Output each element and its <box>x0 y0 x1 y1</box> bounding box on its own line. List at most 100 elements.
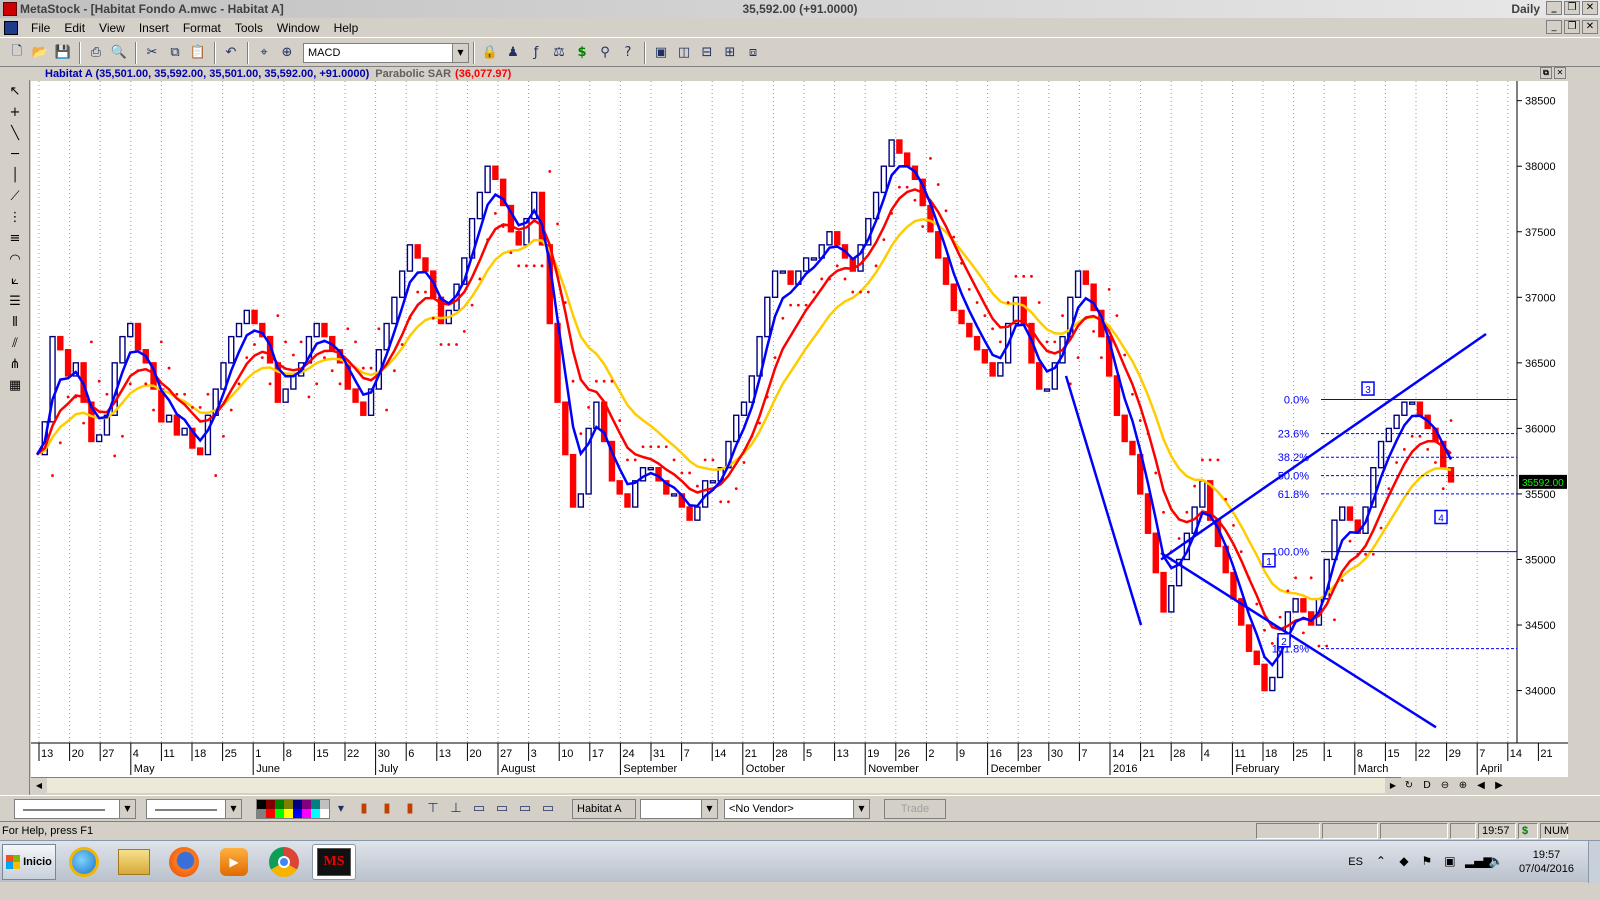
crosshair-tool-icon[interactable]: + <box>2 102 28 122</box>
fan-icon[interactable]: ⟀ <box>2 270 28 290</box>
menu-tools[interactable]: Tools <box>228 21 270 35</box>
undo-icon[interactable]: ↶ <box>220 42 242 64</box>
taskbar-firefox[interactable] <box>162 844 206 880</box>
security-select[interactable]: ▼ <box>640 798 718 819</box>
horizontal-line-icon[interactable]: ─ <box>2 144 28 164</box>
menu-file[interactable]: File <box>24 21 57 35</box>
crosshair-icon[interactable]: ⌖ <box>253 42 275 64</box>
trendline-icon[interactable]: ╲ <box>2 123 28 143</box>
chevron-down-icon[interactable]: ▼ <box>701 799 717 818</box>
inner-window-3-icon[interactable]: ▭ <box>514 798 536 820</box>
start-button[interactable]: Inicio <box>2 843 56 880</box>
gann-lines-icon[interactable]: ⦀ <box>2 312 28 332</box>
formula-icon[interactable]: ƒ <box>525 42 547 64</box>
paste-icon[interactable]: 📋 <box>187 42 209 64</box>
lock-icon[interactable]: 🔒 <box>479 42 501 64</box>
period-zoom-in-icon[interactable]: ⊕ <box>1456 780 1470 791</box>
security-field[interactable]: Habitat A <box>572 798 636 819</box>
clock[interactable]: 19:57 07/04/2016 <box>1519 848 1574 876</box>
zoom-icon[interactable]: ⊕ <box>276 42 298 64</box>
save-icon[interactable]: 💾 <box>52 42 74 64</box>
layout-icon[interactable]: ⧈ <box>742 42 764 64</box>
taskbar-metastock[interactable]: MS <box>312 843 356 880</box>
print-icon[interactable]: ⎙ <box>85 42 107 64</box>
copy-icon[interactable]: ⧉ <box>164 42 186 64</box>
chevron-down-icon[interactable]: ▼ <box>452 43 468 62</box>
vendor-select[interactable]: <No Vendor> ▼ <box>724 798 870 819</box>
bar-style-icon[interactable]: ▮ <box>353 798 375 820</box>
scroll-left-icon[interactable]: ◀ <box>31 778 47 793</box>
language-indicator[interactable]: ES <box>1348 856 1363 868</box>
document-icon[interactable] <box>4 20 18 35</box>
chevron-down-icon[interactable]: ▼ <box>225 799 241 818</box>
doc-close-button[interactable]: ✕ <box>1582 20 1598 34</box>
candle-style-icon[interactable]: ▮ <box>399 798 421 820</box>
line-style-icon[interactable]: ▮ <box>376 798 398 820</box>
vertical-line-icon[interactable]: │ <box>2 165 28 185</box>
volume-icon[interactable]: 🔈 <box>1488 854 1504 870</box>
tile-horizontal-icon[interactable]: ⊟ <box>696 42 718 64</box>
period-zoom-out-icon[interactable]: ⊖ <box>1438 780 1452 791</box>
inner-window-2-icon[interactable]: ▭ <box>491 798 513 820</box>
tile-vertical-icon[interactable]: ◫ <box>673 42 695 64</box>
indicator-select[interactable]: MACD ▼ <box>303 42 469 63</box>
doc-restore-button[interactable]: ❐ <box>1564 20 1580 34</box>
chevron-down-icon[interactable]: ▼ <box>853 799 869 818</box>
palette-dropdown-icon[interactable]: ▼ <box>330 798 352 820</box>
price-chart[interactable]: 13 20 27 4 11 18 25 1 8 15 22 30 6 13 20 27 3 10 17 24 31 7 14… <box>31 81 1568 777</box>
pointer-icon[interactable]: ↖ <box>2 81 28 101</box>
align-bottom-icon[interactable]: ⊥ <box>445 798 467 820</box>
line-weight-select[interactable]: ▼ <box>146 798 242 819</box>
menu-view[interactable]: View <box>92 21 132 35</box>
arc-icon[interactable]: ◠ <box>2 249 28 269</box>
cycle-lines-icon[interactable]: ⋮ <box>2 207 28 227</box>
taskbar-internet-explorer[interactable] <box>62 844 106 880</box>
zigzag-icon[interactable]: ⟋ <box>2 186 28 206</box>
menu-format[interactable]: Format <box>176 21 228 35</box>
print-preview-icon[interactable]: 🔍 <box>108 42 130 64</box>
tray-app-icon[interactable]: ◆ <box>1396 854 1412 870</box>
taskbar-chrome[interactable] <box>262 844 306 880</box>
inner-window-4-icon[interactable]: ▭ <box>537 798 559 820</box>
menu-edit[interactable]: Edit <box>57 21 92 35</box>
open-icon[interactable]: 📂 <box>29 42 51 64</box>
doc-minimize-button[interactable]: _ <box>1546 20 1562 34</box>
scroll-right-icon[interactable]: ▶ <box>1385 778 1401 793</box>
close-button[interactable]: ✕ <box>1582 1 1598 15</box>
daily-period-icon[interactable]: D <box>1420 780 1434 791</box>
chevron-up-icon[interactable]: ⌃ <box>1373 854 1389 870</box>
restore-button[interactable]: ❐ <box>1564 1 1580 15</box>
tile-grid-icon[interactable]: ⊞ <box>719 42 741 64</box>
taskbar-media-player[interactable]: ▶ <box>212 844 256 880</box>
new-icon[interactable]: 🗋 <box>6 42 28 64</box>
refresh-icon[interactable]: ↻ <box>1402 780 1416 791</box>
pattern-icon[interactable]: ▦ <box>2 375 28 395</box>
cut-icon[interactable]: ✂ <box>141 42 163 64</box>
speed-lines-icon[interactable]: ☰ <box>2 291 28 311</box>
line-style-select[interactable]: ▼ <box>14 798 136 819</box>
scroll-back-icon[interactable]: ◀ <box>1474 780 1488 791</box>
menu-window[interactable]: Window <box>270 21 327 35</box>
chart-maximize-icon[interactable]: ⧉ <box>1540 67 1552 79</box>
inner-window-1-icon[interactable]: ▭ <box>468 798 490 820</box>
tray-monitor-icon[interactable]: ▣ <box>1442 854 1458 870</box>
color-palette[interactable] <box>256 798 330 819</box>
show-desktop-button[interactable] <box>1588 841 1600 883</box>
system-tester-icon[interactable]: ⚖ <box>548 42 570 64</box>
andrews-pitchfork-icon[interactable]: ⋔ <box>2 354 28 374</box>
expert-advisor-icon[interactable]: ♟ <box>502 42 524 64</box>
context-help-icon[interactable]: ? <box>617 42 639 64</box>
explorer-icon[interactable]: ⚲ <box>594 42 616 64</box>
chart-close-icon[interactable]: ✕ <box>1554 67 1566 79</box>
dollar-icon[interactable]: $ <box>571 42 593 64</box>
align-top-icon[interactable]: ⊤ <box>422 798 444 820</box>
horizontal-scrollbar[interactable]: ◀ ▶ <box>31 777 1401 793</box>
menu-help[interactable]: Help <box>327 21 366 35</box>
scroll-forward-icon[interactable]: ▶ <box>1492 780 1506 791</box>
taskbar-file-explorer[interactable] <box>112 844 156 880</box>
chevron-down-icon[interactable]: ▼ <box>119 799 135 818</box>
network-signal-icon[interactable]: ▂▄▆ <box>1465 854 1493 870</box>
channel-icon[interactable]: ⫽ <box>2 333 28 353</box>
menu-insert[interactable]: Insert <box>132 21 176 35</box>
fibonacci-icon[interactable]: ≡ <box>2 228 28 248</box>
